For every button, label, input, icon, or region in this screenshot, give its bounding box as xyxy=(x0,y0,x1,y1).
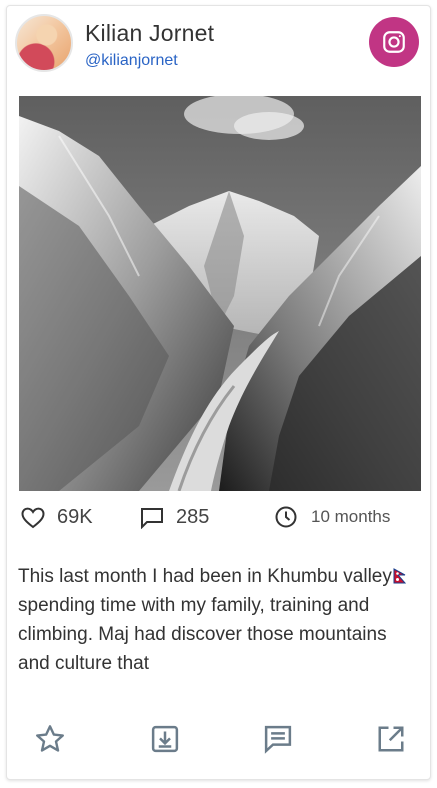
avatar[interactable] xyxy=(15,14,73,72)
post-header: Kilian Jornet @kilianjornet xyxy=(7,6,430,86)
external-link-icon xyxy=(378,726,404,752)
save-button[interactable] xyxy=(147,721,183,757)
profile-name[interactable]: Kilian Jornet xyxy=(85,20,214,47)
heart-icon xyxy=(21,507,45,528)
likes-stat[interactable]: 69K xyxy=(21,506,93,529)
post-stats: 69K 285 10 months xyxy=(7,506,430,536)
post-caption: This last month I had been in Khumbu val… xyxy=(18,562,418,678)
favorite-button[interactable] xyxy=(32,721,68,757)
likes-count: 69K xyxy=(57,506,93,528)
nepal-flag-icon xyxy=(393,568,406,584)
comment-icon xyxy=(264,725,292,754)
download-icon xyxy=(151,725,179,753)
caption-text-2: spending time with my family, training a… xyxy=(18,595,387,674)
post-card: Kilian Jornet @kilianjornet 69K 285 10 m… xyxy=(6,5,431,780)
comments-count: 285 xyxy=(176,506,210,528)
comment-bubble-icon xyxy=(141,507,163,529)
instagram-icon[interactable] xyxy=(369,17,419,67)
post-image[interactable] xyxy=(19,96,421,491)
open-external-button[interactable] xyxy=(373,721,409,757)
caption-text-1: This last month I had been in Khumbu val… xyxy=(18,566,392,587)
time-stat: 10 months xyxy=(275,506,390,528)
comments-stat[interactable]: 285 xyxy=(140,506,209,529)
comment-button[interactable] xyxy=(260,721,296,757)
clock-icon xyxy=(275,506,297,528)
post-actions xyxy=(7,721,430,757)
star-icon xyxy=(36,725,65,752)
time-ago: 10 months xyxy=(311,507,391,526)
profile-handle[interactable]: @kilianjornet xyxy=(85,52,178,70)
